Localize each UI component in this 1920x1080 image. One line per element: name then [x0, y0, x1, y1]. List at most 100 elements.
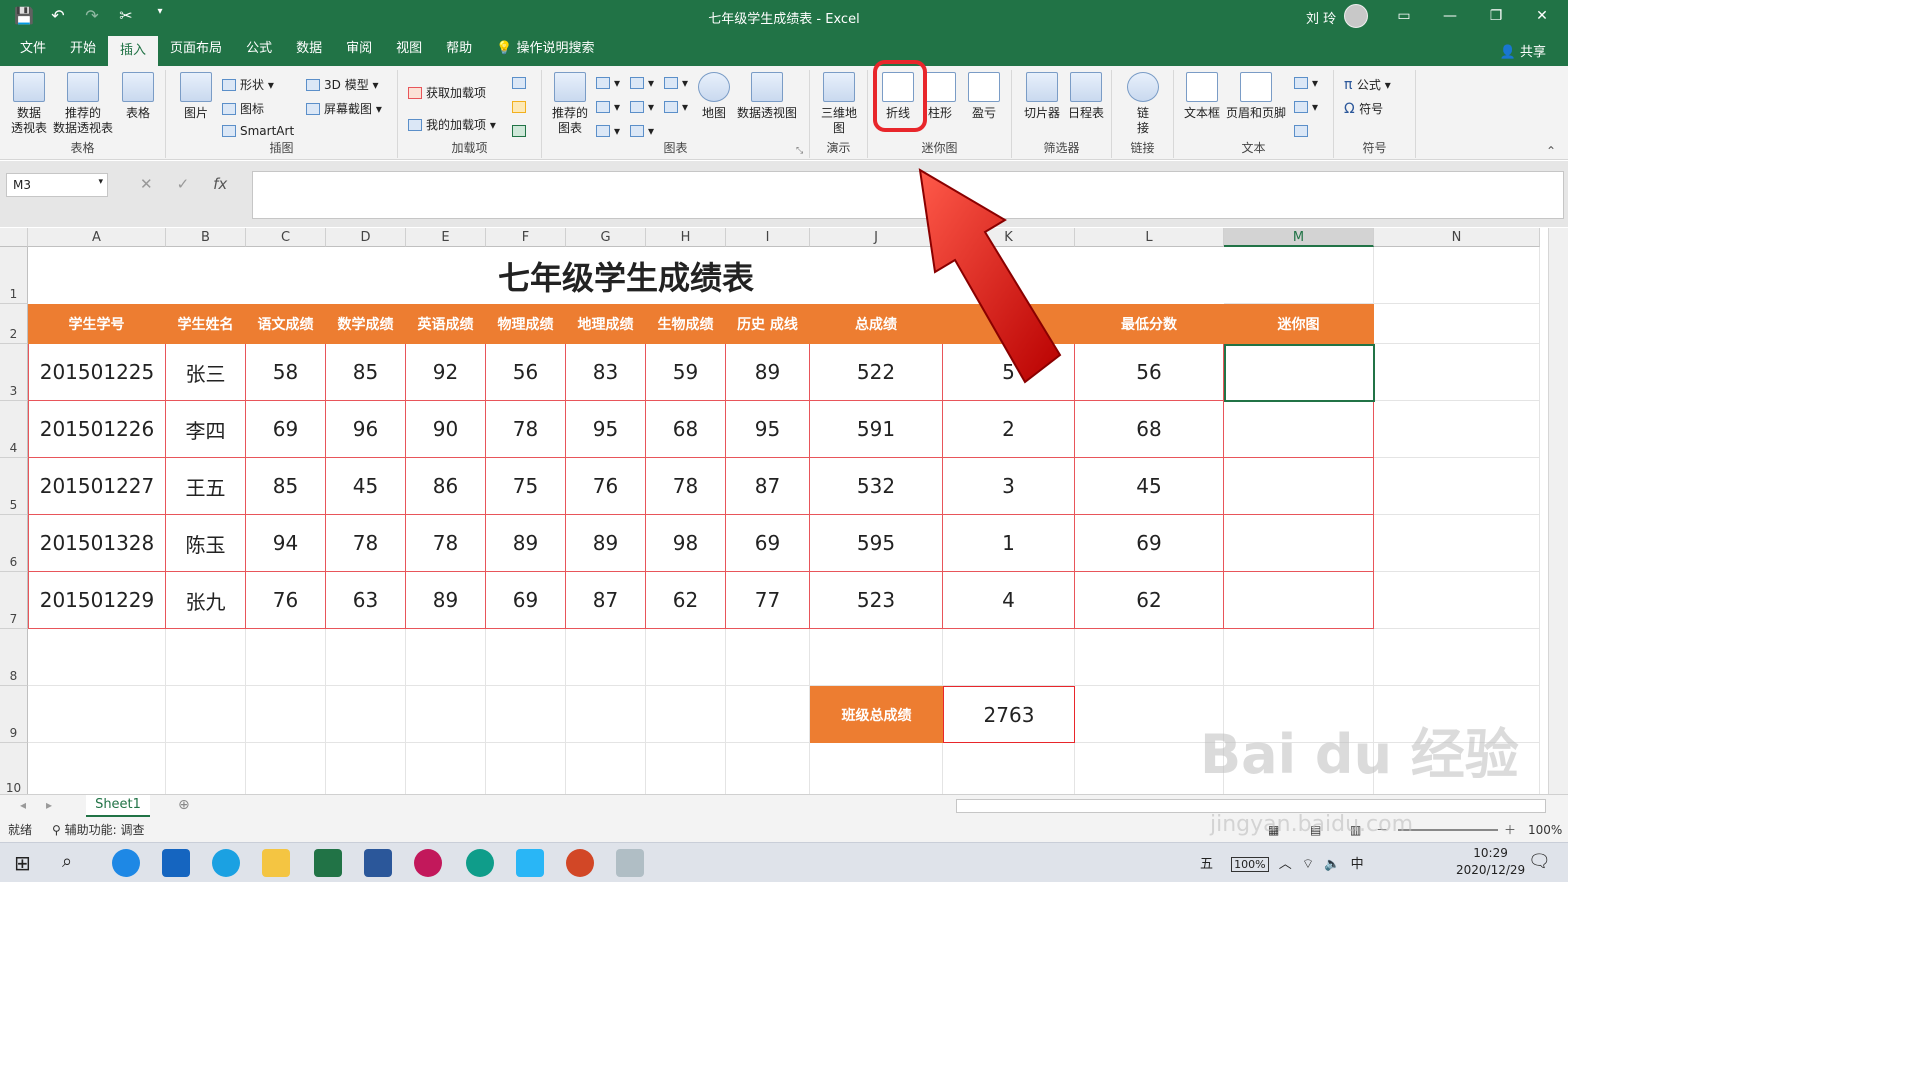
grid-cell[interactable]	[1075, 686, 1224, 743]
row-header-3[interactable]: 3	[0, 344, 28, 401]
name-box-dropdown-icon[interactable]: ▾	[98, 177, 103, 187]
grid-cell[interactable]	[566, 743, 646, 794]
grid-cell[interactable]	[943, 629, 1075, 686]
ie-browser-icon[interactable]	[212, 849, 240, 877]
grid-cell[interactable]	[326, 686, 406, 743]
header-cell[interactable]: 数学成绩	[326, 304, 406, 344]
header-cell[interactable]: 物理成绩	[486, 304, 566, 344]
grid-cell[interactable]	[1224, 629, 1374, 686]
tab-file[interactable]: 文件	[8, 32, 58, 66]
vertical-scrollbar[interactable]	[1548, 228, 1568, 798]
grid-cell[interactable]	[810, 629, 943, 686]
grid-cell[interactable]	[1224, 743, 1374, 794]
sheet-title[interactable]: 七年级学生成绩表	[28, 247, 1224, 304]
zoom-level[interactable]: 100%	[1528, 818, 1562, 842]
timeline-button[interactable]: 日程表	[1064, 72, 1108, 121]
grid-cell[interactable]	[726, 686, 810, 743]
column-header-c[interactable]: C	[246, 228, 326, 247]
undo-icon[interactable]: ↶	[48, 6, 68, 25]
accessibility-status[interactable]: ⚲ 辅助功能: 调查	[52, 818, 144, 842]
search-icon[interactable]: ⌕	[62, 851, 72, 872]
header-cell[interactable]: 生物成绩	[646, 304, 726, 344]
header-cell[interactable]: 迷你图	[1224, 304, 1374, 344]
column-header-n[interactable]: N	[1374, 228, 1540, 247]
data-cell[interactable]: 201501225	[28, 344, 166, 401]
data-cell[interactable]: 王五	[166, 458, 246, 515]
data-cell[interactable]: 201501229	[28, 572, 166, 629]
data-cell[interactable]	[1224, 401, 1374, 458]
data-cell[interactable]: 595	[810, 515, 943, 572]
column-header-g[interactable]: G	[566, 228, 646, 247]
hierarchy-chart-button[interactable]: ▾	[596, 100, 620, 114]
data-cell[interactable]: 523	[810, 572, 943, 629]
data-cell[interactable]: 522	[810, 344, 943, 401]
data-cell[interactable]: 69	[726, 515, 810, 572]
column-header-a[interactable]: A	[28, 228, 166, 247]
grid-cell[interactable]	[1374, 458, 1540, 515]
grid-cell[interactable]	[166, 743, 246, 794]
powerpoint-app-icon[interactable]	[566, 849, 594, 877]
redo-icon[interactable]: ↷	[82, 6, 102, 25]
grid-cell[interactable]	[1075, 629, 1224, 686]
lark-app-icon[interactable]	[112, 849, 140, 877]
network-icon[interactable]: ⌔	[1302, 857, 1314, 872]
header-cell[interactable]: 历史 成线	[726, 304, 810, 344]
data-cell[interactable]: 76	[566, 458, 646, 515]
avatar[interactable]	[1344, 4, 1368, 28]
signature-button[interactable]: ▾	[1294, 100, 1318, 114]
grid-cell[interactable]	[566, 629, 646, 686]
customize-qat-icon[interactable]: ▾	[150, 6, 170, 25]
link-button[interactable]: 链 接	[1126, 72, 1160, 136]
user-name[interactable]: 刘 玲	[1306, 8, 1336, 27]
zoom-in-icon[interactable]: ＋	[1504, 818, 1516, 842]
header-cell[interactable]: 地理成绩	[566, 304, 646, 344]
data-cell[interactable]: 591	[810, 401, 943, 458]
data-cell[interactable]: 201501227	[28, 458, 166, 515]
data-cell[interactable]: 68	[1075, 401, 1224, 458]
tab-home[interactable]: 开始	[58, 32, 108, 66]
my-addins-button[interactable]: 我的加载项 ▾	[408, 116, 496, 133]
data-cell[interactable]	[1224, 572, 1374, 629]
scroll-right-icon[interactable]: ▸	[46, 798, 52, 812]
battery-icon[interactable]: 100%	[1231, 857, 1269, 872]
data-cell[interactable]: 95	[566, 401, 646, 458]
photo-app-icon[interactable]	[516, 849, 544, 877]
data-cell[interactable]: 69	[486, 572, 566, 629]
horizontal-scrollbar[interactable]	[956, 799, 1546, 813]
grid-cell[interactable]	[726, 629, 810, 686]
windows-start-icon[interactable]: ⊞	[14, 851, 31, 875]
grid-cell[interactable]	[406, 629, 486, 686]
3d-map-button[interactable]: 三维地 图	[818, 72, 860, 136]
zoom-out-icon[interactable]: －	[1376, 818, 1388, 842]
header-footer-button[interactable]: 页眉和页脚	[1224, 72, 1288, 121]
data-cell[interactable]: 78	[646, 458, 726, 515]
header-cell[interactable]: 学生学号	[28, 304, 166, 344]
object-button[interactable]	[1294, 124, 1312, 138]
data-cell[interactable]: 68	[646, 401, 726, 458]
column-header-k[interactable]: K	[943, 228, 1075, 247]
data-cell[interactable]: 62	[646, 572, 726, 629]
data-cell[interactable]: 李四	[166, 401, 246, 458]
column-header-f[interactable]: F	[486, 228, 566, 247]
data-cell[interactable]: 张三	[166, 344, 246, 401]
combo-chart-button[interactable]: ▾	[664, 100, 688, 114]
formula-input[interactable]	[252, 171, 1564, 219]
recommended-charts-button[interactable]: 推荐的 图表	[548, 72, 592, 136]
grid-cell[interactable]	[1374, 247, 1540, 304]
grid-cell[interactable]	[326, 743, 406, 794]
worksheet-grid[interactable]: A B C D E F G H I J K L M N 1 2 3 4 5 6 7 8 9 10 七年级学生成绩表 学生学号 学生姓…	[0, 228, 1548, 794]
row-header-4[interactable]: 4	[0, 401, 28, 458]
data-cell[interactable]: 532	[810, 458, 943, 515]
icons-button[interactable]: 图标	[222, 100, 264, 117]
data-cell[interactable]: 5	[943, 344, 1075, 401]
symbol-button[interactable]: Ω 符号	[1344, 100, 1383, 117]
grid-cell[interactable]	[166, 629, 246, 686]
slicer-button[interactable]: 切片器	[1020, 72, 1064, 121]
ime-wubi-icon[interactable]: 五	[1200, 857, 1213, 872]
tab-data[interactable]: 数据	[284, 32, 334, 66]
grid-cell[interactable]	[246, 743, 326, 794]
grid-cell[interactable]	[1224, 686, 1374, 743]
header-cell[interactable]	[943, 304, 1075, 344]
cut-icon[interactable]: ✂	[116, 6, 136, 25]
add-sheet-icon[interactable]: ⊕	[178, 797, 190, 813]
